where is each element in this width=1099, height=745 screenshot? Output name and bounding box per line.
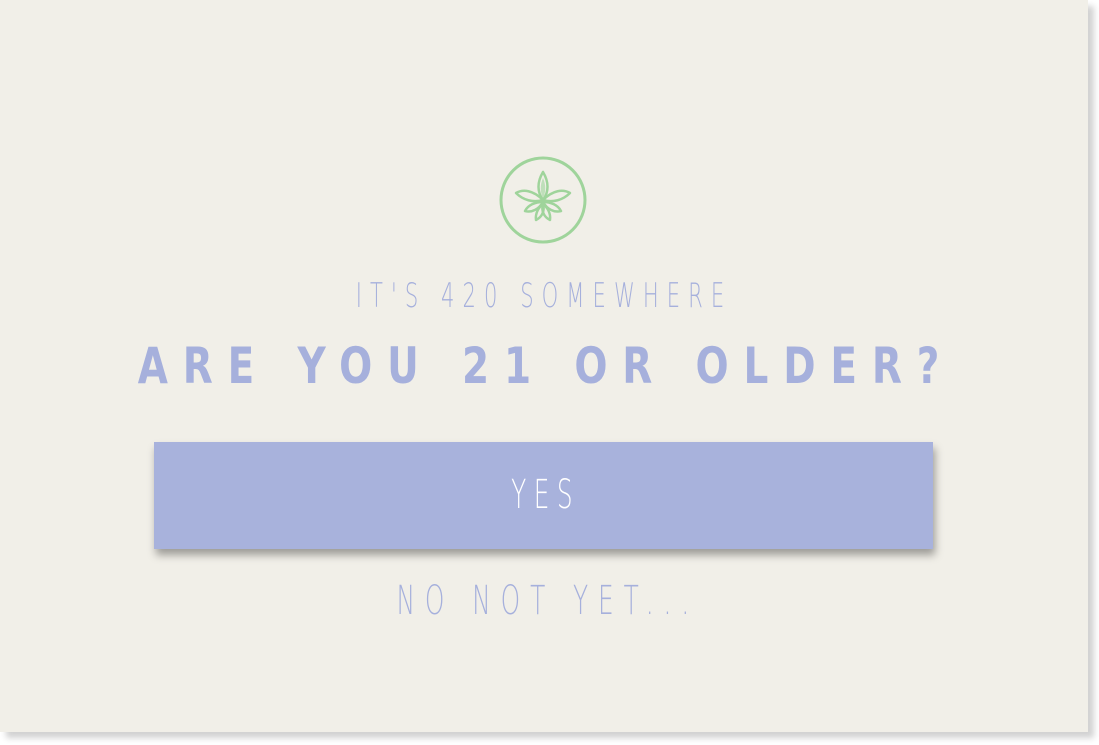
- yes-button[interactable]: YES: [154, 442, 933, 549]
- no-not-yet-link[interactable]: NO NOT YET...: [211, 578, 886, 624]
- yes-button-label: YES: [511, 472, 581, 518]
- logo: [499, 156, 587, 244]
- age-question-heading: ARE YOU 21 OR OLDER?: [137, 337, 955, 395]
- tagline: IT'S 420 SOMEWHERE: [355, 276, 733, 316]
- age-gate-modal: IT'S 420 SOMEWHERE ARE YOU 21 OR OLDER? …: [0, 0, 1088, 732]
- cannabis-leaf-icon: [499, 156, 587, 244]
